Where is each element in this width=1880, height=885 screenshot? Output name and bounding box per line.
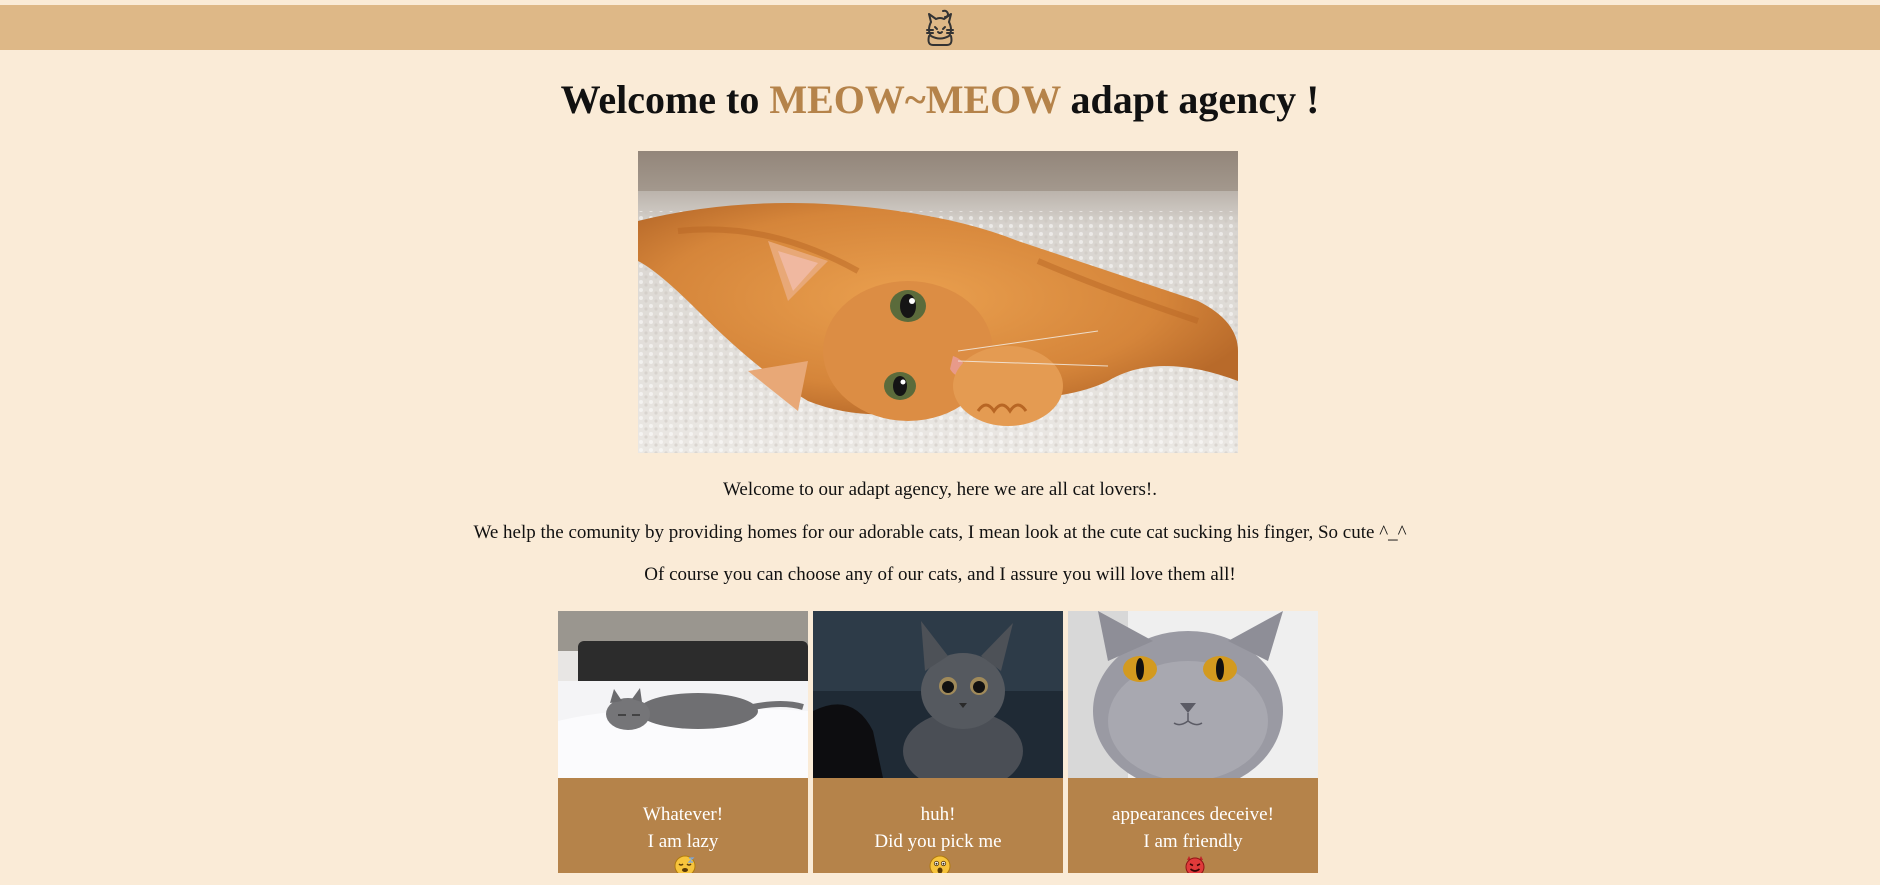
cat-caption: Whatever! I am lazy [558,801,808,873]
caption-text: I am friendly [1143,831,1243,852]
cat-face-icon[interactable] [921,8,959,48]
cat-card-lazy[interactable]: Whatever! I am lazy [558,611,808,873]
sleeping-face-icon [562,855,808,873]
astonished-face-icon [817,855,1063,873]
intro-choose: Of course you can choose any of our cats… [644,564,1236,585]
caption-line2: I am lazy [558,828,808,873]
caption-line1: Whatever! [642,804,724,825]
hero-image [638,151,1238,453]
header-bar [0,5,1880,50]
smiling-devil-icon [1072,855,1318,873]
page-title: Welcome to MEOW~MEOW adapt agency ! [0,76,1880,124]
cat-card-friendly[interactable]: appearances deceive! I am friendly [1068,611,1318,873]
caption-line2: Did you pick me!? [813,828,1063,873]
brand-name: MEOW~MEOW [769,77,1061,122]
title-suffix: adapt agency ! [1070,77,1320,122]
caption-line2: I am friendly [1068,828,1318,873]
caption-line1: huh! [920,804,956,825]
caption-text: Did you pick me [874,831,1002,852]
title-prefix: Welcome to [560,77,760,122]
cat-photo [813,611,1063,778]
cat-caption: appearances deceive! I am friendly [1068,801,1318,873]
intro-welcome: Welcome to our adapt agency, here we are… [722,479,1158,500]
intro-mission: We help the comunity by providing homes … [473,522,1407,543]
cat-caption: huh! Did you pick me!? [813,801,1063,873]
cat-photo [558,611,808,778]
cat-photo [1068,611,1318,778]
caption-line1: appearances deceive! [1112,804,1274,825]
caption-text: I am lazy [647,831,719,852]
cat-card-curious[interactable]: huh! Did you pick me!? [813,611,1063,873]
